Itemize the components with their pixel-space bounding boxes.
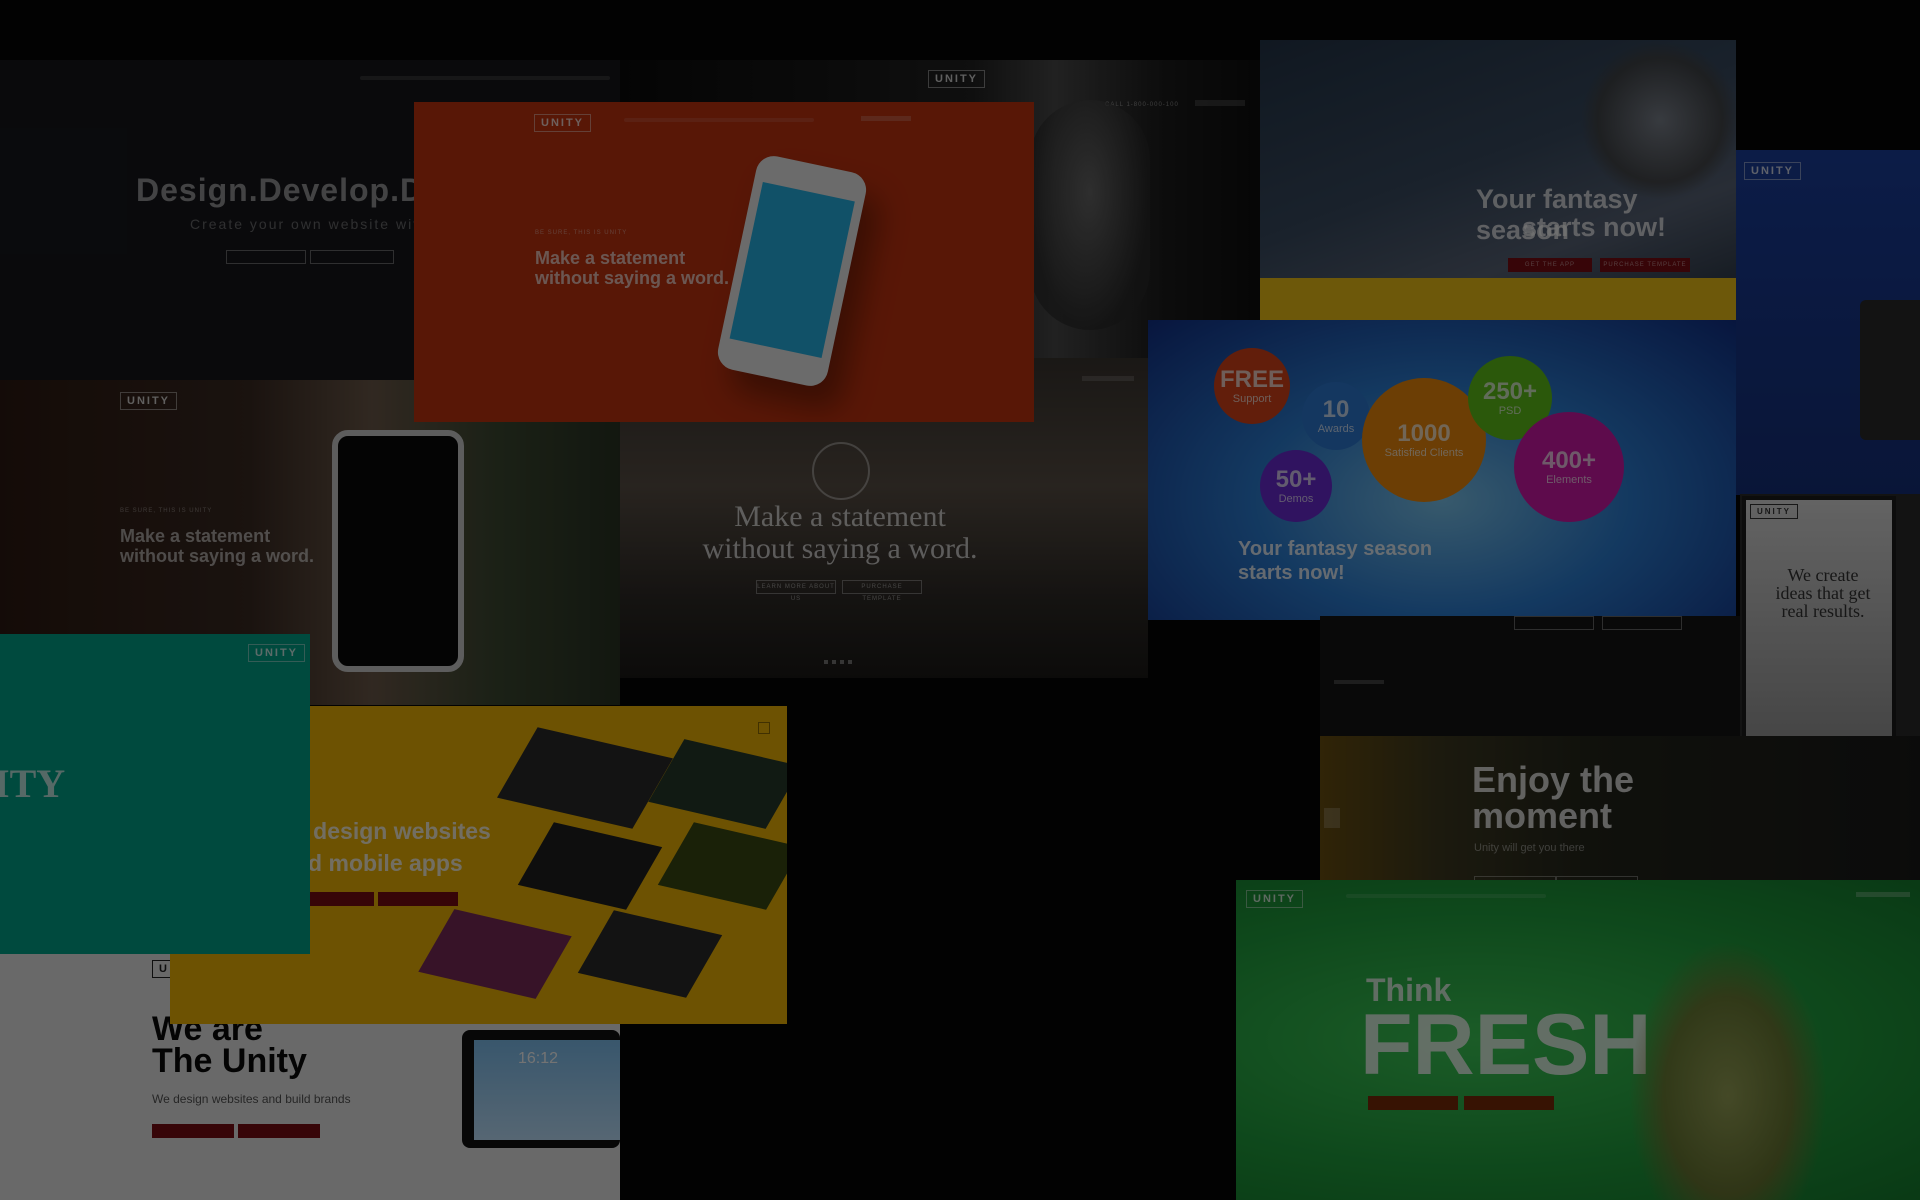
- cta-button-2[interactable]: [1464, 1096, 1554, 1110]
- tile-think-fresh[interactable]: UNITY Think FRESH: [1236, 880, 1920, 1200]
- learn-more-button[interactable]: [152, 1124, 234, 1138]
- brand-logo[interactable]: UNITY: [928, 70, 985, 88]
- woman-image: [1628, 940, 1828, 1200]
- get-the-app-button[interactable]: [1514, 616, 1594, 630]
- we-are-subline: We design websites and build brands: [152, 1092, 351, 1106]
- nav-bar: [624, 118, 814, 122]
- phone-image: [332, 430, 464, 672]
- mountain-headline-line2: without saying a word.: [702, 532, 978, 565]
- bubbles-headline-line2: starts now!: [1238, 562, 1345, 584]
- purchase-template-button[interactable]: [378, 892, 458, 906]
- we-are-headline-line2: The Unity: [152, 1042, 307, 1080]
- moment-headline-line2: moment: [1472, 795, 1613, 836]
- tile-stats-bubbles[interactable]: FREE Support 10 Awards 1000 Satisfied Cl…: [1148, 320, 1736, 620]
- football-headline-line2: starts now!: [1522, 212, 1667, 242]
- purchase-template-button[interactable]: PURCHASE TEMPLATE: [1600, 258, 1690, 272]
- tablet-image: 16:12: [462, 1030, 620, 1148]
- purchase-template-button[interactable]: PURCHASE TEMPLATE: [842, 580, 922, 602]
- phone-screen: [729, 181, 855, 359]
- social-icons[interactable]: [1082, 376, 1134, 381]
- social-icons[interactable]: [861, 116, 911, 121]
- nav-bar: [360, 76, 610, 80]
- tile-blue-edge[interactable]: UNITY: [1736, 150, 1920, 495]
- learn-more-button[interactable]: [226, 250, 306, 264]
- tile-football[interactable]: Your fantasy season starts now! GET THE …: [1260, 40, 1736, 320]
- apps-headline-line2: nd mobile apps: [294, 850, 463, 876]
- face-image: [1030, 100, 1150, 330]
- menu-icon[interactable]: [758, 722, 770, 734]
- purchase-template-button[interactable]: [1602, 616, 1682, 630]
- stat-elements: 400+ Elements: [1514, 412, 1624, 522]
- ideas-headline: We create ideas that get real results.: [1775, 565, 1871, 621]
- brand-logo[interactable]: UNITY: [120, 392, 177, 410]
- stat-free-support: FREE Support: [1214, 348, 1290, 424]
- teal-text: ITY: [0, 761, 66, 806]
- tile-headline-line2: without saying a word.: [535, 268, 730, 288]
- tablet-screen: 16:12: [474, 1040, 620, 1140]
- brand-logo[interactable]: UNITY: [1246, 890, 1303, 908]
- social-icons[interactable]: [1856, 892, 1910, 897]
- tile-headline-line1: Make a statement: [120, 526, 271, 546]
- prev-arrow[interactable]: [1324, 808, 1340, 828]
- yellow-strip: [1260, 278, 1736, 320]
- bubbles-headline-line1: Your fantasy season: [1238, 538, 1433, 560]
- contact-text: [1334, 680, 1384, 684]
- tablet-time: 16:12: [518, 1050, 559, 1067]
- app-screens-collage: [418, 727, 787, 1012]
- brand-logo[interactable]: UNITY: [534, 114, 591, 132]
- moment-headline-line1: Enjoy the: [1472, 759, 1635, 800]
- stat-awards: 10 Awards: [1302, 382, 1370, 450]
- laptop-image: [1860, 300, 1920, 440]
- fresh-line2: FRESH: [1360, 997, 1652, 1093]
- tile-teal[interactable]: UNITY ITY: [0, 634, 310, 954]
- brand-logo[interactable]: UNITY: [1750, 504, 1798, 519]
- tile-orange-phone[interactable]: UNITY BE SURE, THIS IS UNITY Make a stat…: [414, 102, 1034, 422]
- brand-logo[interactable]: UNITY: [248, 644, 305, 662]
- get-the-app-button[interactable]: GET THE APP: [1508, 258, 1592, 272]
- brand-logo[interactable]: UNITY: [1744, 162, 1801, 180]
- nav-bar: [1346, 894, 1546, 898]
- apps-headline-line1: e design websites: [294, 818, 491, 844]
- tile-enjoy-moment[interactable]: Enjoy the moment Unity will get you ther…: [1320, 736, 1920, 884]
- cta-button-1[interactable]: [1368, 1096, 1458, 1110]
- purchase-template-button[interactable]: [238, 1124, 320, 1138]
- tile-ideas[interactable]: UNITY We create ideas that get real resu…: [1740, 494, 1920, 738]
- phone-mock: UNITY We create ideas that get real resu…: [1742, 496, 1896, 738]
- tile-kicker: BE SURE, THIS IS UNITY: [535, 230, 628, 236]
- purchase-button[interactable]: [310, 250, 394, 264]
- learn-more-button[interactable]: LEARN MORE ABOUT US: [756, 580, 836, 602]
- phone-image: [714, 152, 870, 390]
- tile-kicker: BE SURE, THIS IS UNITY: [120, 508, 213, 514]
- stat-demos: 50+ Demos: [1260, 450, 1332, 522]
- tile-headline-line2: without saying a word.: [120, 546, 315, 566]
- mountain-headline-line1: Make a statement: [734, 500, 946, 533]
- crest-icon: [812, 442, 870, 500]
- social-icons[interactable]: [1195, 100, 1245, 106]
- moment-subline: Unity will get you there: [1474, 842, 1585, 854]
- helmet-image: [1580, 40, 1736, 200]
- tile-headline-line1: Make a statement: [535, 248, 686, 268]
- tile-dark-strip[interactable]: [1320, 616, 1740, 736]
- tile-headline: Design.Develop.De: [136, 172, 443, 208]
- slider-dots[interactable]: [824, 660, 854, 664]
